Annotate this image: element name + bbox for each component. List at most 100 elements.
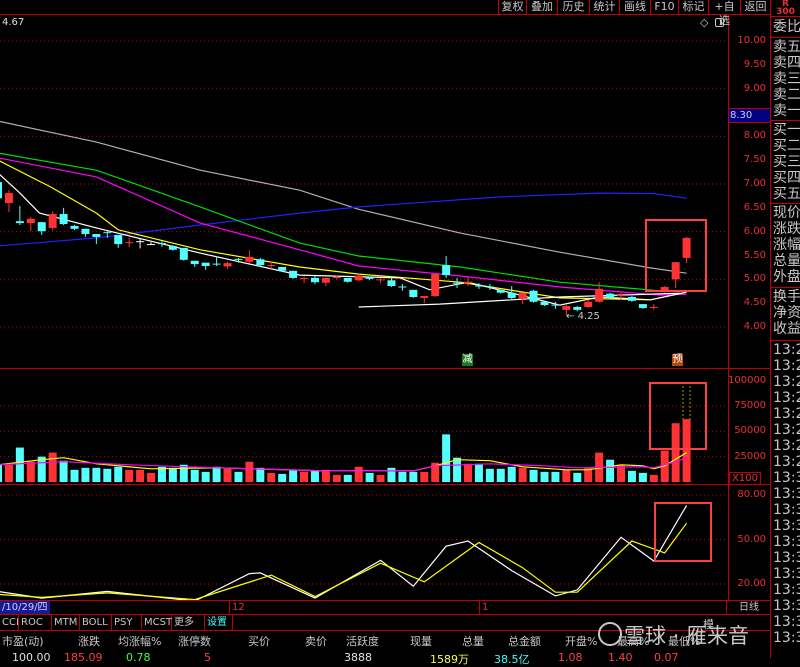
forecast-marker[interactable]: 预 bbox=[672, 354, 683, 366]
toolbar-button-0[interactable]: 复权 bbox=[498, 0, 526, 14]
last-price-tag: 8.30 bbox=[729, 108, 771, 123]
order-ratio-label: 委比 bbox=[773, 19, 800, 35]
volume-bar bbox=[201, 471, 210, 482]
volume-bar bbox=[300, 471, 309, 482]
volume-bar bbox=[4, 464, 13, 482]
sell-level-label: 卖一 bbox=[773, 103, 800, 119]
candle-body bbox=[234, 258, 243, 260]
volume-bar bbox=[529, 469, 538, 482]
indicator-tab-mtm[interactable]: MTM bbox=[52, 615, 80, 630]
toolbar-button-5[interactable]: F10 bbox=[650, 0, 678, 14]
period-daily-button[interactable]: 日线 bbox=[726, 601, 771, 614]
candle bbox=[649, 304, 658, 310]
toolbar-button-1[interactable]: 叠加 bbox=[526, 0, 557, 14]
indicator-tab-设置[interactable]: 设置 bbox=[205, 615, 233, 630]
tick-time: 13:30 bbox=[773, 518, 800, 534]
quote-label: 涨跌 bbox=[773, 221, 800, 237]
sell-level-label: 卖四 bbox=[773, 55, 800, 71]
candle-body bbox=[37, 222, 46, 232]
volume-bar bbox=[245, 461, 254, 482]
right-panel: 委比 卖五 卖四 卖三 卖二 卖一 买一 买二 买三 买四 买五 现价 涨跌 涨幅 总量 外盘 换手 净资 收益 13… bbox=[770, 0, 800, 658]
volume-bar bbox=[365, 472, 374, 482]
volume-bar bbox=[147, 472, 156, 482]
price-tick-label: 7.50 bbox=[743, 154, 766, 166]
candle-body bbox=[584, 301, 593, 307]
toolbar-button-3[interactable]: 统计 bbox=[589, 0, 619, 14]
column-header[interactable]: 最高% bbox=[617, 633, 649, 649]
quote-label: 涨幅 bbox=[773, 237, 800, 253]
candle bbox=[376, 277, 385, 284]
column-header[interactable]: 最低% bbox=[668, 633, 700, 649]
volume-tick-label: 25000 bbox=[734, 450, 766, 462]
column-header[interactable]: 开盘% bbox=[565, 633, 597, 649]
volume-bar bbox=[48, 452, 57, 482]
candle bbox=[409, 289, 418, 298]
candle-body bbox=[190, 260, 199, 265]
tick-time: 13:30 bbox=[773, 630, 800, 646]
volume-bar bbox=[26, 461, 35, 482]
toolbar-button-6[interactable]: 标记 bbox=[678, 0, 708, 14]
candle-body bbox=[343, 277, 352, 282]
candle bbox=[125, 237, 134, 247]
kdj-tick-label: 50.00 bbox=[737, 533, 766, 545]
candle-body bbox=[617, 295, 626, 297]
candle bbox=[4, 190, 13, 213]
column-header[interactable]: 总量 bbox=[462, 633, 484, 649]
kdj-tick-label: 20.00 bbox=[737, 578, 766, 589]
toolbar-button-7[interactable]: +自选 bbox=[708, 0, 740, 27]
panel-divider bbox=[0, 484, 770, 485]
volume-bar bbox=[485, 468, 494, 482]
volume-bar bbox=[540, 471, 549, 482]
candle bbox=[321, 277, 330, 287]
candle bbox=[584, 299, 593, 308]
tick-time: 13:30 bbox=[773, 614, 800, 630]
volume-bar bbox=[114, 466, 123, 482]
indicator-tab-boll[interactable]: BOLL bbox=[80, 615, 112, 630]
candle-body bbox=[573, 306, 582, 310]
toolbar-button-2[interactable]: 历史 bbox=[557, 0, 589, 14]
volume-bar bbox=[398, 471, 407, 482]
column-header[interactable]: 卖价 bbox=[305, 633, 327, 649]
toolbar-button-4[interactable]: 画线 bbox=[619, 0, 650, 14]
indicator-tab-cci[interactable]: CCI bbox=[0, 615, 19, 630]
kline-chart[interactable] bbox=[0, 15, 728, 601]
candle-body bbox=[278, 266, 287, 271]
candle bbox=[0, 182, 2, 199]
indicator-tab-mcst[interactable]: MCST bbox=[142, 615, 172, 630]
indicator-tab-更多[interactable]: 更多 bbox=[172, 615, 205, 630]
candle-body bbox=[627, 296, 636, 301]
volume-bar bbox=[92, 467, 101, 482]
column-header[interactable]: 涨跌 bbox=[78, 633, 100, 649]
column-header[interactable]: 买价 bbox=[248, 633, 270, 649]
toolbar-button-8[interactable]: 返回 bbox=[740, 0, 770, 14]
indicator-tab-psy[interactable]: PSY bbox=[112, 615, 142, 630]
volume-bar bbox=[234, 471, 243, 482]
indicator-tab-roc[interactable]: ROC bbox=[19, 615, 52, 630]
column-header[interactable]: 市盈(动) bbox=[2, 633, 44, 649]
column-header[interactable]: 现量 bbox=[410, 633, 432, 649]
volume-bar bbox=[267, 472, 276, 482]
candle bbox=[442, 255, 451, 278]
column-header[interactable]: 活跃度 bbox=[346, 633, 379, 649]
volume-bar bbox=[671, 423, 680, 482]
volume-bar bbox=[168, 467, 177, 482]
volume-bar bbox=[627, 470, 636, 482]
column-header[interactable]: 涨停数 bbox=[178, 633, 211, 649]
column-header[interactable]: 总金额 bbox=[508, 633, 541, 649]
tick-time: 13:30 bbox=[773, 486, 800, 502]
volume-bar bbox=[453, 457, 462, 482]
volume-bar bbox=[190, 469, 199, 482]
side-label: 模 bbox=[703, 618, 714, 631]
price-tick-label: 6.00 bbox=[743, 225, 766, 237]
volume-bar bbox=[343, 474, 352, 482]
column-header[interactable]: 均涨幅% bbox=[118, 633, 161, 649]
date-tick-12: 12 bbox=[229, 601, 245, 614]
candle bbox=[529, 289, 538, 303]
candle-body bbox=[179, 247, 188, 260]
reduce-marker[interactable]: 减 bbox=[462, 354, 473, 366]
volume-bar bbox=[0, 464, 2, 482]
volume-bar bbox=[573, 472, 582, 482]
diamond-icon[interactable]: ◇ bbox=[700, 16, 708, 29]
candle-body bbox=[48, 214, 57, 228]
buy-level-label: 买二 bbox=[773, 138, 800, 154]
